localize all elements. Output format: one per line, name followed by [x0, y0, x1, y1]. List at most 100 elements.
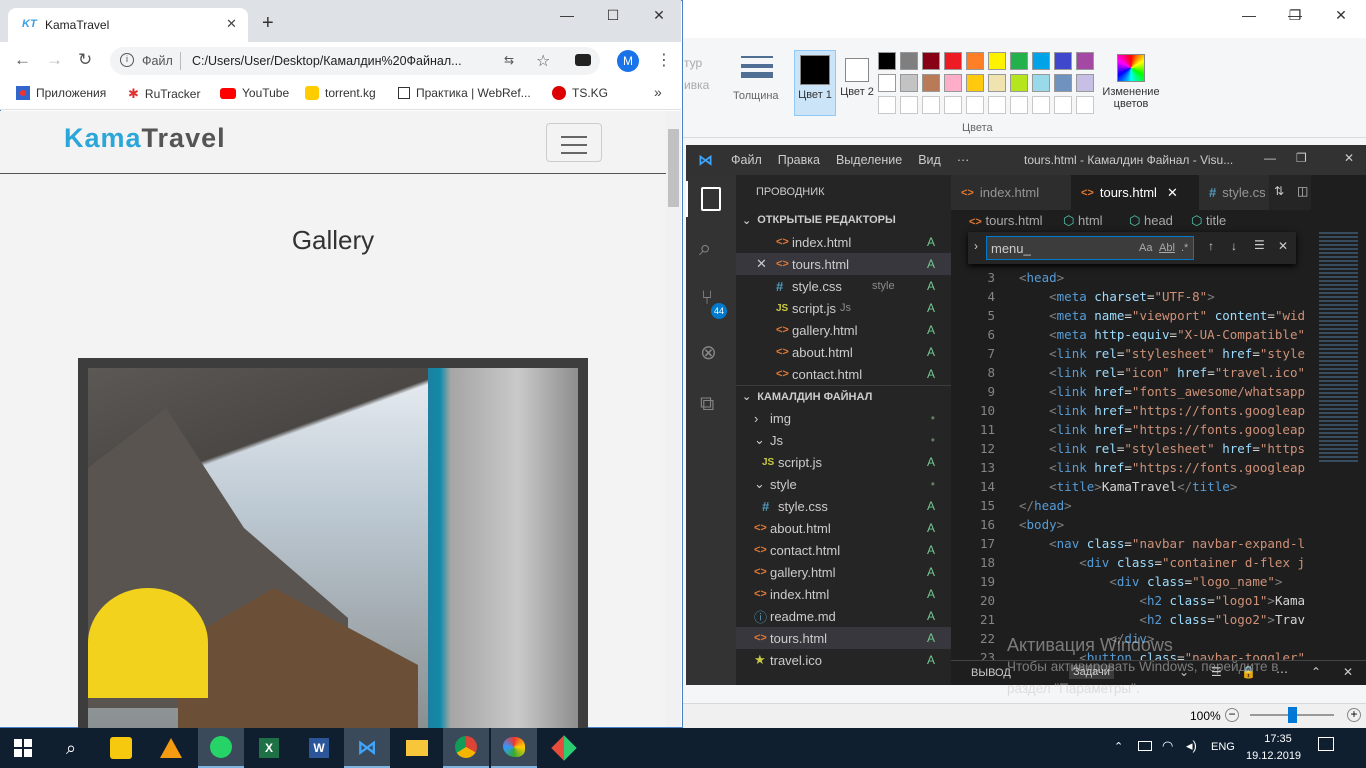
- menu-item[interactable]: Вид: [918, 153, 941, 167]
- chrome-maximize-button[interactable]: ☐: [590, 0, 636, 30]
- find-close-button[interactable]: ✕: [1278, 239, 1288, 253]
- whole-word-button[interactable]: Abl: [1159, 242, 1175, 254]
- custom-color-swatch[interactable]: [1076, 96, 1094, 114]
- open-editors-header[interactable]: ⌄ ОТКРЫТЫЕ РЕДАКТОРЫ: [736, 209, 951, 231]
- git-icon[interactable]: [541, 728, 587, 768]
- bookmark-apps[interactable]: Приложения: [16, 86, 106, 100]
- tree-item[interactable]: ⌄ Js •: [736, 429, 951, 451]
- open-editor-item[interactable]: # style.css style A: [736, 275, 951, 297]
- breadcrumb-item[interactable]: ⬡ head: [1129, 213, 1173, 229]
- open-editor-item[interactable]: JS script.js Js A: [736, 297, 951, 319]
- open-editor-item[interactable]: <> contact.html A: [736, 363, 951, 385]
- custom-color-swatch[interactable]: [1054, 96, 1072, 114]
- notifications-icon[interactable]: [1318, 737, 1334, 751]
- compare-icon[interactable]: ⇅: [1274, 184, 1284, 198]
- whatsapp-icon[interactable]: [198, 728, 244, 768]
- star-icon[interactable]: ☆: [536, 51, 550, 71]
- bookmark-youtube[interactable]: YouTube: [220, 86, 289, 100]
- chrome-close-button[interactable]: ✕: [636, 0, 682, 30]
- battery-icon[interactable]: [1138, 741, 1152, 751]
- word-icon[interactable]: W: [296, 728, 342, 768]
- code-line[interactable]: <link href="https://fonts.googleap: [1019, 460, 1305, 475]
- extension-icon[interactable]: [575, 54, 591, 66]
- color-swatch[interactable]: [900, 52, 918, 70]
- color-swatch[interactable]: [988, 52, 1006, 70]
- search-icon[interactable]: ⌕: [699, 235, 711, 261]
- minimap[interactable]: [1311, 210, 1366, 660]
- next-match-button[interactable]: ↓: [1231, 239, 1237, 253]
- breadcrumb-item[interactable]: <> tours.html: [969, 213, 1043, 228]
- color-swatch[interactable]: [922, 52, 940, 70]
- page-scrollbar[interactable]: [666, 111, 681, 727]
- color-swatch[interactable]: [1076, 52, 1094, 70]
- gallery-photo[interactable]: [88, 368, 578, 728]
- show-hidden-icons[interactable]: ⌃: [1114, 740, 1123, 753]
- reload-button[interactable]: ↻: [78, 50, 92, 70]
- tree-item[interactable]: › img •: [736, 407, 951, 429]
- code-line[interactable]: <link href="https://fonts.googleap: [1019, 403, 1305, 418]
- search-icon[interactable]: ⌕: [48, 728, 94, 768]
- avast-icon[interactable]: [148, 728, 194, 768]
- bookmark-torrentkg[interactable]: torrent.kg: [305, 86, 376, 100]
- custom-color-swatch[interactable]: [900, 96, 918, 114]
- zoom-slider-thumb[interactable]: [1288, 707, 1297, 723]
- custom-color-swatch[interactable]: [944, 96, 962, 114]
- tab-index-html[interactable]: <> index.html: [951, 175, 1071, 210]
- color-swatch[interactable]: [1076, 74, 1094, 92]
- tab-close-icon[interactable]: ✕: [1167, 185, 1178, 201]
- vscode-minimize-button[interactable]: —: [1264, 151, 1276, 165]
- language-indicator[interactable]: ENG: [1211, 741, 1235, 753]
- tree-item[interactable]: # style.css A: [736, 495, 951, 517]
- color2-button[interactable]: Цвет 2: [840, 50, 874, 116]
- tree-item[interactable]: ⌄ style •: [736, 473, 951, 495]
- site-logo[interactable]: KamaTravel: [64, 123, 226, 154]
- color-swatch[interactable]: [922, 74, 940, 92]
- paint-close-button[interactable]: ✕: [1318, 0, 1364, 30]
- open-editor-item[interactable]: ✕ <> tours.html A: [736, 253, 951, 275]
- panel-tab-output[interactable]: ВЫВОД: [971, 667, 1011, 679]
- custom-color-swatch[interactable]: [988, 96, 1006, 114]
- clock-time[interactable]: 17:35: [1258, 733, 1298, 745]
- bookmark-rutracker[interactable]: ✱ RuTracker: [128, 86, 200, 102]
- volume-icon[interactable]: ◂): [1186, 738, 1197, 754]
- color-swatch[interactable]: [1010, 52, 1028, 70]
- paint-maximize-button[interactable]: ❐: [1272, 0, 1318, 30]
- translate-icon[interactable]: ⇆: [504, 53, 514, 67]
- bookmark-tskg[interactable]: TS.KG: [552, 86, 608, 100]
- code-line[interactable]: <h2 class="logo1">Kama: [1019, 593, 1305, 608]
- tree-item[interactable]: ★ travel.ico A: [736, 649, 951, 671]
- code-line[interactable]: <meta name="viewport" content="wid: [1019, 308, 1305, 323]
- bookmarks-more-button[interactable]: »: [654, 84, 662, 100]
- color1-button[interactable]: Цвет 1: [794, 50, 836, 116]
- chrome-tab[interactable]: KT KamaTravel ✕: [8, 8, 248, 42]
- code-line[interactable]: <link rel="icon" href="travel.ico": [1019, 365, 1305, 380]
- code-line[interactable]: <link href="fonts_awesome/whatsapp: [1019, 384, 1305, 399]
- code-line[interactable]: <div class="logo_name">: [1019, 574, 1282, 589]
- find-in-selection-button[interactable]: ☰: [1254, 238, 1265, 252]
- color-swatch[interactable]: [878, 52, 896, 70]
- code-line[interactable]: <link href="https://fonts.googleap: [1019, 422, 1305, 437]
- open-editor-item[interactable]: <> index.html A: [736, 231, 951, 253]
- forward-button[interactable]: →: [46, 50, 63, 70]
- find-input[interactable]: menu_ Aa Abl .*: [986, 236, 1194, 260]
- code-line[interactable]: <meta http-equiv="X-UA-Compatible": [1019, 327, 1305, 342]
- tree-item[interactable]: <> gallery.html A: [736, 561, 951, 583]
- clock-date[interactable]: 19.12.2019: [1246, 750, 1301, 762]
- breadcrumb-item[interactable]: ⬡ title: [1191, 213, 1226, 229]
- color-swatch[interactable]: [944, 52, 962, 70]
- paint-minimize-button[interactable]: —: [1226, 0, 1272, 30]
- open-editor-item[interactable]: <> gallery.html A: [736, 319, 951, 341]
- color-swatch[interactable]: [966, 74, 984, 92]
- split-editor-icon[interactable]: ◫: [1297, 184, 1308, 198]
- zoom-out-button[interactable]: −: [1225, 708, 1239, 722]
- color-swatch[interactable]: [878, 74, 896, 92]
- color-swatch[interactable]: [1054, 74, 1072, 92]
- code-line[interactable]: <nav class="navbar navbar-expand-l: [1019, 536, 1305, 551]
- tree-item[interactable]: <> contact.html A: [736, 539, 951, 561]
- match-case-button[interactable]: Aa: [1139, 242, 1152, 254]
- code-editor[interactable]: 3 <head> 4 <meta charset="UTF-8"> 5 <meta n…: [951, 232, 1311, 660]
- color-swatch[interactable]: [1032, 74, 1050, 92]
- code-line[interactable]: <h2 class="logo2">Trav: [1019, 612, 1305, 627]
- chrome-menu-icon[interactable]: ⋮: [656, 50, 672, 70]
- color-swatch[interactable]: [988, 74, 1006, 92]
